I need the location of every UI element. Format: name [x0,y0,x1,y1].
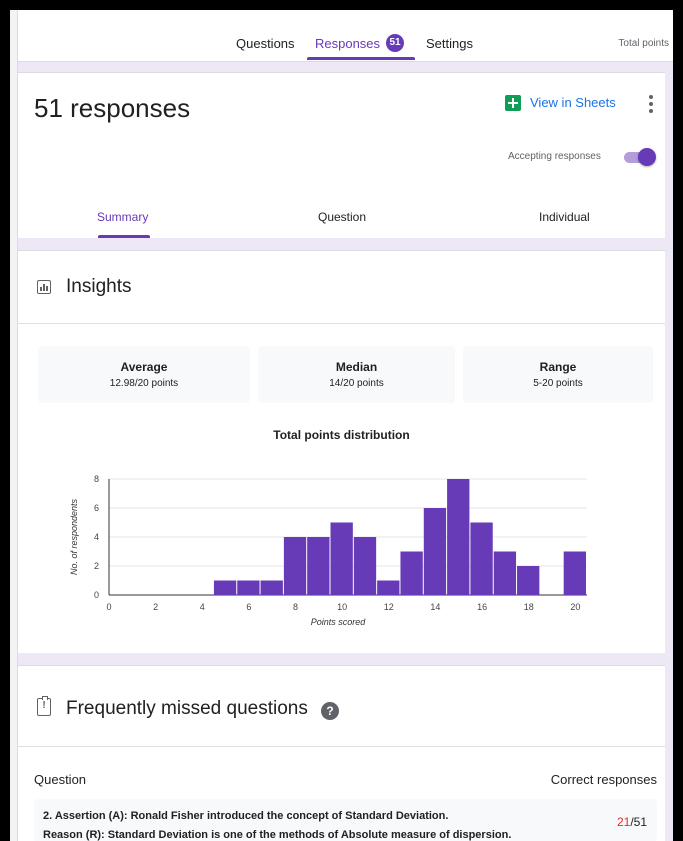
x-tick-label: 6 [246,602,251,612]
subtab-summary[interactable]: Summary [97,210,148,224]
question-text: 2. Assertion (A): Ronald Fisher introduc… [43,807,511,841]
tab-responses[interactable]: Responses [315,36,380,51]
column-header-question: Question [34,772,87,787]
histogram-bar [307,537,330,595]
x-tick-label: 0 [106,602,111,612]
x-tick-label: 18 [524,602,534,612]
subtab-individual[interactable]: Individual [539,210,590,224]
histogram-bar [493,551,517,595]
correct-count: 21/51 [617,815,647,829]
forms-window: Questions Responses 51 Settings Total po… [10,10,673,841]
y-tick-label: 0 [94,590,99,600]
y-axis-label: No. of respondents [69,498,79,575]
x-tick-label: 8 [293,602,298,612]
histogram-bar [377,580,400,595]
points-distribution-chart: 0 2 4 6 8 0 2 4 6 8 10 12 14 16 18 20 Points scored No. o… [69,474,587,627]
histogram-bar [517,566,540,595]
tab-settings[interactable]: Settings [426,36,473,51]
histogram-bar [563,551,586,595]
accepting-responses-toggle[interactable] [622,148,656,166]
histogram-bar [213,580,237,595]
question-line: 2. Assertion (A): Ronald Fisher introduc… [43,810,449,822]
histogram-bar [447,479,470,595]
total-number: /51 [630,815,647,829]
active-subtab-indicator [98,235,150,238]
accepting-responses-label: Accepting responses [508,151,601,162]
histogram-bar [330,522,353,595]
histogram-bar [260,580,283,595]
top-nav: Questions Responses 51 Settings Total po… [18,10,673,62]
correct-number: 21 [616,815,631,829]
responses-count-badge: 51 [386,34,404,52]
view-in-sheets-link[interactable]: View in Sheets [530,95,616,110]
x-tick-label: 10 [337,602,347,612]
tab-questions[interactable]: Questions [236,36,295,51]
y-tick-label: 6 [94,503,99,513]
x-tick-label: 14 [430,602,440,612]
help-icon[interactable]: ? [321,702,339,720]
histogram-bar [423,508,447,595]
subtab-question[interactable]: Question [318,210,366,224]
histogram-bar [470,522,493,595]
x-tick-label: 2 [153,602,158,612]
active-tab-indicator [307,57,415,60]
missed-question-row[interactable]: 2. Assertion (A): Ronald Fisher introduc… [34,799,657,841]
responses-title: 51 responses [34,93,191,123]
google-sheets-icon[interactable] [505,95,521,111]
y-tick-label: 8 [94,474,99,484]
x-tick-label: 20 [570,602,580,612]
histogram-bar [237,580,260,595]
left-edge [10,10,18,841]
column-header-correct: Correct responses [550,772,657,787]
responses-header-card: 51 responses View in Sheets Accepting re… [18,72,665,238]
divider [18,746,665,747]
x-axis-label: Points scored [311,617,367,627]
total-points-label: Total points [618,38,669,49]
insights-card: Insights Average 12.98/20 points Median … [18,250,665,653]
x-tick-label: 4 [200,602,205,612]
histogram-bar [400,551,423,595]
more-options-icon[interactable] [649,95,653,113]
missed-title: Frequently missed questions [66,698,308,719]
histogram-bar [283,537,307,595]
x-tick-label: 12 [384,602,394,612]
y-tick-label: 4 [94,532,99,542]
clipboard-alert-icon [37,696,51,716]
question-line: Reason (R): Standard Deviation is one of… [43,829,512,841]
frequently-missed-card: Frequently missed questions ? Question C… [18,665,665,841]
y-tick-label: 2 [94,561,99,571]
histogram-bar [353,537,377,595]
x-tick-label: 16 [477,602,487,612]
